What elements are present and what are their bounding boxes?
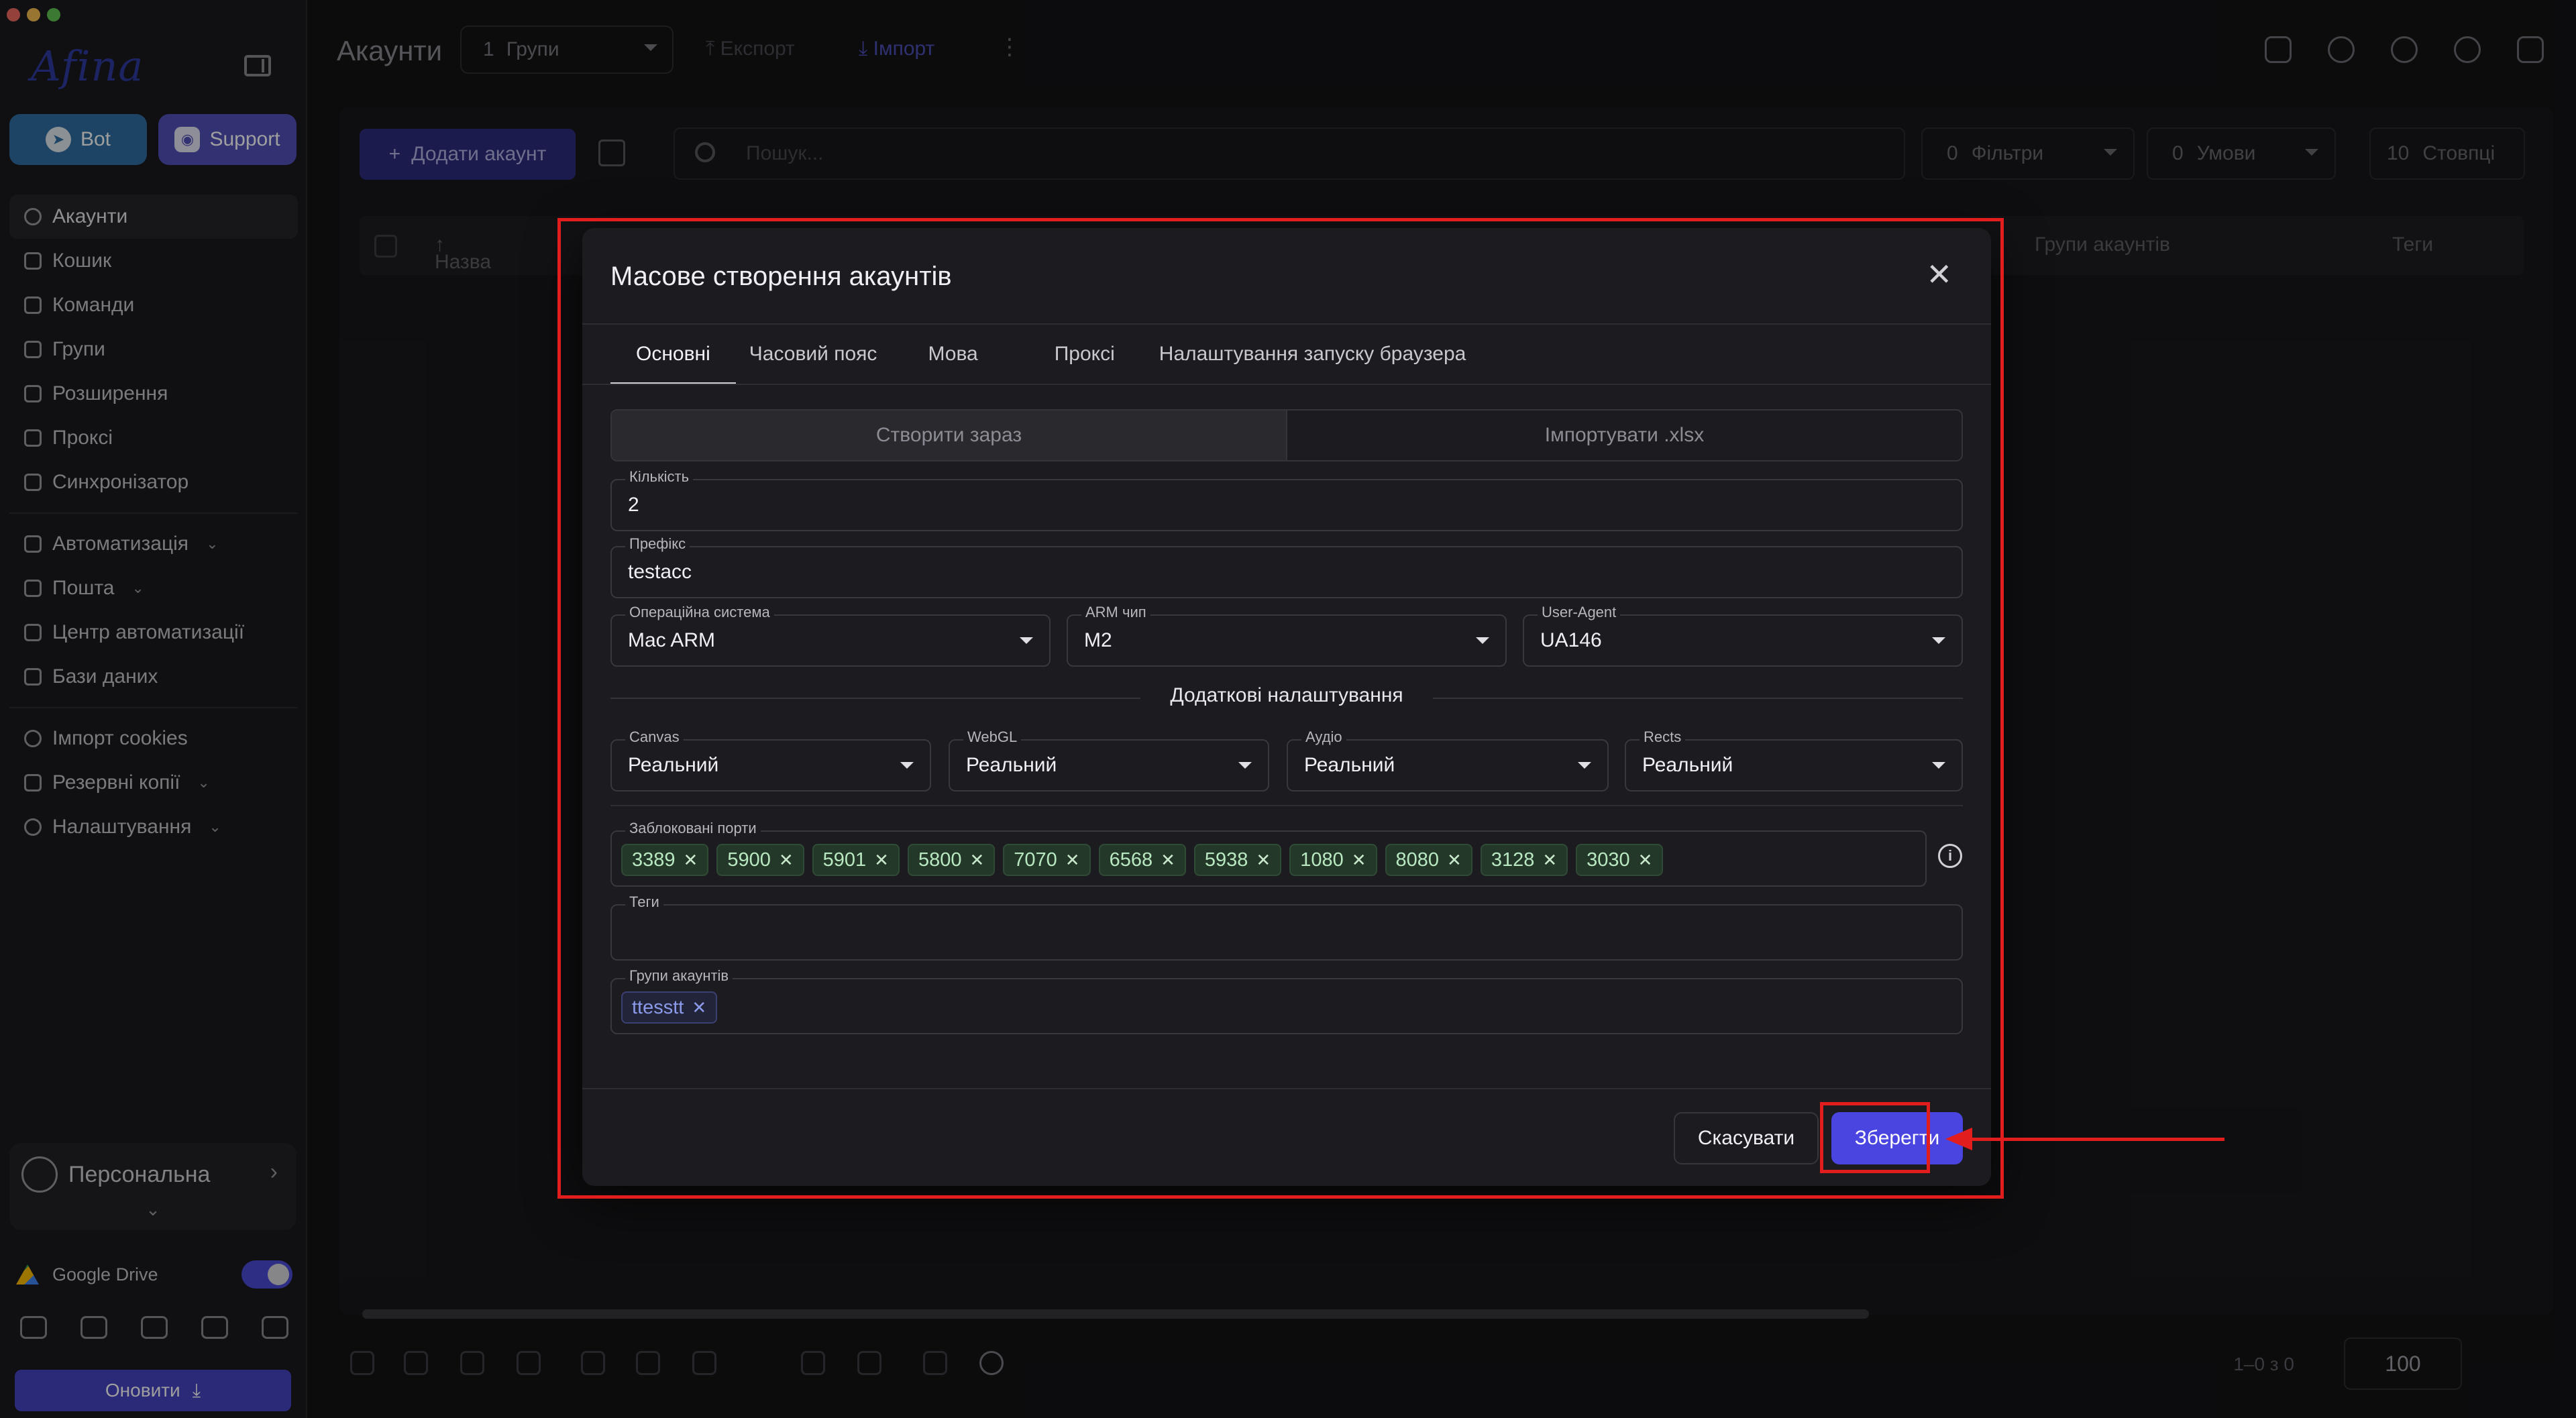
annotation-save-highlight (1820, 1102, 1930, 1173)
annotation-modal-highlight (557, 218, 2004, 1199)
annotation-arrow (1972, 1138, 2224, 1141)
